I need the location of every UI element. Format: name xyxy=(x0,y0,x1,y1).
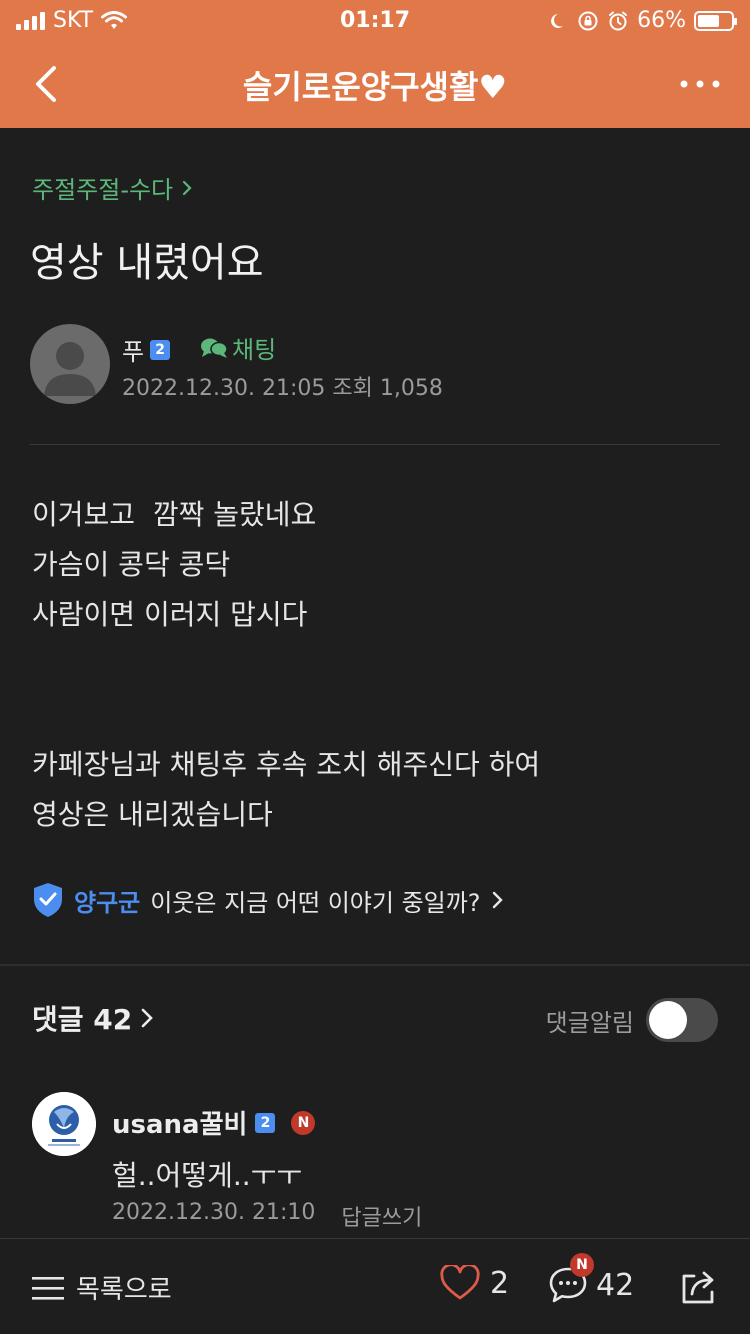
comment-meta: 2022.12.30. 21:10 답글쓰기 xyxy=(112,1200,422,1232)
author-divider xyxy=(30,444,720,445)
battery-fill xyxy=(698,14,719,27)
body-line: 영상은 내리겠습니다 xyxy=(32,798,273,831)
moon-icon xyxy=(551,13,564,28)
body-line: 사람이면 이러지 맙시다 xyxy=(32,598,308,631)
location-shield-icon xyxy=(34,883,62,917)
comment-notify-label: 댓글알림 xyxy=(545,1008,634,1037)
post-title: 영상 내렸어요 xyxy=(30,240,264,286)
comment-notify-toggle[interactable] xyxy=(646,998,718,1042)
top-bar: SKT 01:17 66% 슬기로운양구생활♥ xyxy=(0,0,750,128)
back-arrow-icon[interactable] xyxy=(28,62,68,106)
battery-icon xyxy=(694,10,737,31)
body-line: 이거보고 깜짝 놀랐네요 xyxy=(32,498,317,531)
board-breadcrumb[interactable]: 주절주절-수다 xyxy=(32,170,193,205)
commenter-logo-icon xyxy=(32,1092,96,1156)
commenter-name: usana꿀비 xyxy=(112,1110,248,1140)
comment-date: 2022.12.30. 21:10 xyxy=(112,1200,316,1225)
comments-header[interactable]: 댓글 42 xyxy=(32,998,154,1038)
body-line: 가슴이 콩닥 콩닥 xyxy=(32,548,231,581)
neighbor-stories-link[interactable]: 양구군 이웃은 지금 어떤 이야기 중일까? xyxy=(32,882,505,918)
post-views: 조회 1,058 xyxy=(332,376,443,401)
board-name: 주절주절-수다 xyxy=(32,176,174,204)
post-body: 이거보고 깜짝 놀랐네요 가슴이 콩닥 콩닥 사람이면 이러지 맙시다 카페장님… xyxy=(32,490,540,840)
list-icon xyxy=(32,1276,64,1300)
author-name: 푸 xyxy=(122,338,145,366)
chat-bubbles-icon xyxy=(201,338,228,358)
toggle-knob xyxy=(649,1001,687,1039)
comments-count-label: 댓글 42 xyxy=(32,1003,133,1036)
author-avatar[interactable] xyxy=(30,324,110,404)
new-badge: N xyxy=(291,1110,316,1135)
section-divider xyxy=(0,964,750,966)
alarm-icon xyxy=(609,11,628,30)
commenter-name-row[interactable]: usana꿀비 2 N xyxy=(112,1104,316,1141)
heart-icon xyxy=(440,1265,480,1300)
body-line: 카페장님과 채팅후 후속 조치 해주신다 하여 xyxy=(32,748,541,781)
more-options-icon[interactable] xyxy=(678,70,722,98)
battery-percent: 66% xyxy=(637,8,686,33)
comment-item: usana꿀비 2 N 헐..어떻게..ㅜㅜ 2022.12.30. 21:10… xyxy=(32,1092,722,1232)
rotation-lock-icon xyxy=(578,11,598,30)
share-icon[interactable] xyxy=(678,1267,718,1307)
like-count: 2 xyxy=(490,1265,510,1301)
chat-button[interactable]: 채팅 xyxy=(200,330,276,365)
chat-label: 채팅 xyxy=(232,336,277,364)
level-badge: 2 xyxy=(150,339,171,360)
region-tag: 양구군 xyxy=(74,888,141,917)
status-right: 66% xyxy=(549,8,737,33)
cafe-title[interactable]: 슬기로운양구생활♥ xyxy=(120,62,630,108)
list-label: 목록으로 xyxy=(76,1275,172,1305)
comment-icon-wrap: N xyxy=(548,1253,594,1305)
chevron-right-icon xyxy=(141,1008,154,1028)
reply-button[interactable]: 답글쓰기 xyxy=(341,1200,422,1232)
comment-button[interactable]: N 42 xyxy=(548,1253,635,1305)
author-name-row[interactable]: 푸 2 xyxy=(122,332,171,367)
post-date: 2022.12.30. 21:05 xyxy=(122,376,326,401)
author-block: 푸 2 채팅 2022.12.30. 21:05 조회 1,058 xyxy=(30,324,720,408)
default-profile-icon xyxy=(44,342,96,396)
comment-new-badge: N xyxy=(570,1253,594,1277)
back-to-list-button[interactable]: 목록으로 xyxy=(32,1269,172,1306)
chevron-right-icon xyxy=(183,180,192,195)
comment-notify: 댓글알림 xyxy=(546,998,718,1042)
commenter-avatar[interactable] xyxy=(32,1092,96,1156)
neighbor-text: 이웃은 지금 어떤 이야기 중일까? xyxy=(150,888,481,917)
status-bar: SKT 01:17 66% xyxy=(0,0,750,40)
comment-text: 헐..어떻게..ㅜㅜ xyxy=(112,1159,303,1192)
post-meta: 2022.12.30. 21:05 조회 1,058 xyxy=(122,370,443,402)
app-header: 슬기로운양구생활♥ xyxy=(0,40,750,128)
like-button[interactable]: 2 xyxy=(440,1265,509,1301)
chevron-right-icon xyxy=(492,891,503,909)
level-badge: 2 xyxy=(255,1112,276,1133)
bottom-bar: 목록으로 2 N 42 xyxy=(0,1238,750,1334)
comment-count: 42 xyxy=(596,1267,635,1303)
